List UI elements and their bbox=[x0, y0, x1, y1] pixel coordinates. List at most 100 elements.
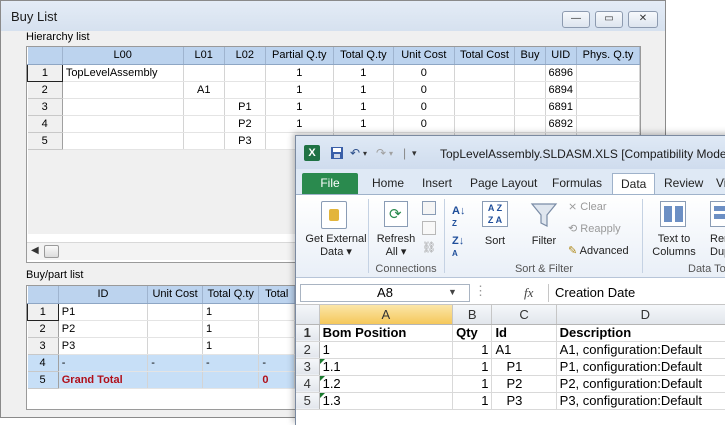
tab-view[interactable]: View bbox=[708, 173, 725, 194]
redo-icon[interactable]: ↷ bbox=[376, 146, 386, 160]
cell-c[interactable]: A1 bbox=[491, 341, 557, 359]
column-header[interactable]: L01 bbox=[183, 47, 225, 65]
row-header[interactable]: 5 bbox=[27, 371, 59, 389]
cell-unit[interactable] bbox=[147, 303, 203, 321]
column-header[interactable]: Total bbox=[258, 286, 295, 304]
column-header[interactable]: ID bbox=[58, 286, 149, 304]
cell-l00[interactable] bbox=[62, 98, 184, 116]
cell-d[interactable]: P2, configuration:Default bbox=[556, 375, 725, 393]
scroll-thumb[interactable] bbox=[44, 245, 59, 258]
cell-a[interactable]: 1.1 bbox=[319, 358, 454, 376]
sheet-row[interactable]: 4 1.2 1 P2 P2, configuration:Default bbox=[296, 375, 725, 393]
table-row[interactable]: 4---- bbox=[27, 354, 295, 372]
cell-qty[interactable]: 1 bbox=[202, 303, 260, 321]
cell-id[interactable]: P3 bbox=[58, 337, 149, 355]
table-row[interactable]: 2 P2 1 bbox=[27, 320, 295, 338]
save-icon[interactable] bbox=[330, 146, 344, 163]
cell-partial[interactable]: 1 bbox=[265, 81, 334, 99]
worksheet[interactable]: A B C D 1 Bom Position Qty Id Description 2 1 1… bbox=[296, 305, 725, 410]
maximize-button[interactable]: ▭ bbox=[595, 11, 623, 28]
cell-a[interactable]: Bom Position bbox=[319, 324, 454, 342]
cell-tcost[interactable] bbox=[454, 64, 516, 82]
close-button[interactable]: ✕ bbox=[628, 11, 658, 28]
cell-buy[interactable] bbox=[514, 81, 546, 99]
cell-l02[interactable]: P1 bbox=[224, 98, 266, 116]
text-to-columns-button[interactable]: Text to Columns bbox=[648, 201, 700, 259]
sort-ascending-icon[interactable]: A↓ Z bbox=[452, 205, 465, 229]
cell-unit[interactable]: 0 bbox=[393, 98, 455, 116]
cell-total[interactable] bbox=[258, 337, 295, 355]
row-number[interactable]: 4 bbox=[296, 375, 320, 393]
cell-unit[interactable]: 0 bbox=[393, 64, 455, 82]
cell-d[interactable]: P1, configuration:Default bbox=[556, 358, 725, 376]
tab-home[interactable]: Home bbox=[364, 173, 412, 194]
row-number[interactable]: 3 bbox=[296, 358, 320, 376]
cell-unit[interactable]: 0 bbox=[393, 115, 455, 133]
cell-total[interactable] bbox=[258, 303, 295, 321]
table-row[interactable]: 3 P3 1 bbox=[27, 337, 295, 355]
tab-insert[interactable]: Insert bbox=[414, 173, 460, 194]
cell-l01[interactable] bbox=[183, 64, 225, 82]
remove-duplicates-button[interactable]: Remove Duplicates bbox=[704, 201, 725, 259]
select-all-corner[interactable] bbox=[296, 305, 320, 325]
cell-total[interactable]: 1 bbox=[333, 115, 395, 133]
cell-a[interactable]: 1 bbox=[319, 341, 454, 359]
advanced-button[interactable]: ✎ Advanced bbox=[568, 245, 629, 258]
cell-l02[interactable] bbox=[224, 64, 266, 82]
sort-descending-icon[interactable]: Z↓ A bbox=[452, 235, 464, 259]
cell-id[interactable]: P2 bbox=[58, 320, 149, 338]
column-header[interactable]: Total Cost bbox=[454, 47, 516, 65]
cell-l02[interactable] bbox=[224, 81, 266, 99]
cell-id[interactable]: Grand Total bbox=[58, 371, 149, 389]
row-number[interactable]: 2 bbox=[296, 341, 320, 359]
cell-b[interactable]: Qty bbox=[452, 324, 493, 342]
sheet-row[interactable]: 3 1.1 1 P1 P1, configuration:Default bbox=[296, 358, 725, 376]
cell-total[interactable]: 0 bbox=[258, 371, 295, 389]
tab-review[interactable]: Review bbox=[656, 173, 711, 194]
edit-links-icon[interactable]: ⛓ bbox=[422, 241, 436, 254]
column-header[interactable]: Buy bbox=[514, 47, 546, 65]
cell-unit[interactable]: - bbox=[147, 354, 203, 372]
cell-partial[interactable]: 1 bbox=[265, 64, 334, 82]
cell-c[interactable]: P2 bbox=[491, 375, 557, 393]
name-box-dropdown-icon[interactable]: ▼ bbox=[448, 287, 457, 297]
cell-uid[interactable]: 6894 bbox=[545, 81, 578, 99]
table-row[interactable]: 1 P1 1 bbox=[27, 302, 295, 321]
cell-unit[interactable] bbox=[147, 320, 203, 338]
sheet-row[interactable]: 2 1 1 A1 A1, configuration:Default bbox=[296, 341, 725, 359]
cell-buy[interactable] bbox=[514, 64, 546, 82]
sheet-row[interactable]: 1 Bom Position Qty Id Description bbox=[296, 324, 725, 342]
cell-b[interactable]: 1 bbox=[452, 341, 493, 359]
cell-phys[interactable] bbox=[576, 81, 640, 99]
cell-total[interactable] bbox=[258, 320, 295, 338]
cell-uid[interactable]: 6891 bbox=[545, 98, 578, 116]
cell-l02[interactable]: P3 bbox=[224, 132, 266, 150]
cell-l00[interactable]: TopLevelAssembly bbox=[62, 64, 184, 82]
cell-c[interactable]: P1 bbox=[491, 358, 557, 376]
cell-tcost[interactable] bbox=[454, 115, 516, 133]
table-row[interactable]: 3 P1 1 1 0 6891 bbox=[27, 98, 640, 116]
cell-partial[interactable]: 1 bbox=[265, 98, 334, 116]
cell-l00[interactable] bbox=[62, 115, 184, 133]
row-header[interactable]: 4 bbox=[27, 354, 59, 372]
cell-qty[interactable]: - bbox=[202, 354, 260, 372]
cell-tcost[interactable] bbox=[454, 81, 516, 99]
column-header[interactable]: Phys. Q.ty bbox=[576, 47, 640, 65]
column-header[interactable]: L02 bbox=[224, 47, 266, 65]
horizontal-scrollbar[interactable]: ◀ bbox=[27, 242, 295, 260]
cell-partial[interactable]: 1 bbox=[265, 115, 334, 133]
cell-c[interactable]: Id bbox=[491, 324, 557, 342]
row-header[interactable]: 2 bbox=[27, 81, 63, 99]
cell-d[interactable]: A1, configuration:Default bbox=[556, 341, 725, 359]
reapply-button[interactable]: ⟲ Reapply bbox=[568, 223, 621, 236]
connections-icon[interactable] bbox=[422, 201, 436, 215]
table-row[interactable]: 1 TopLevelAssembly 1 1 0 6896 bbox=[27, 63, 640, 82]
cell-buy[interactable] bbox=[514, 98, 546, 116]
cell-a[interactable]: 1.2 bbox=[319, 375, 454, 393]
cell-id[interactable]: - bbox=[58, 354, 149, 372]
undo-dropdown-icon[interactable]: ▾ bbox=[363, 149, 367, 158]
row-header[interactable]: 3 bbox=[27, 337, 59, 355]
cell-l01[interactable] bbox=[183, 132, 225, 150]
cell-l00[interactable] bbox=[62, 81, 184, 99]
minimize-button[interactable]: — bbox=[562, 11, 590, 28]
